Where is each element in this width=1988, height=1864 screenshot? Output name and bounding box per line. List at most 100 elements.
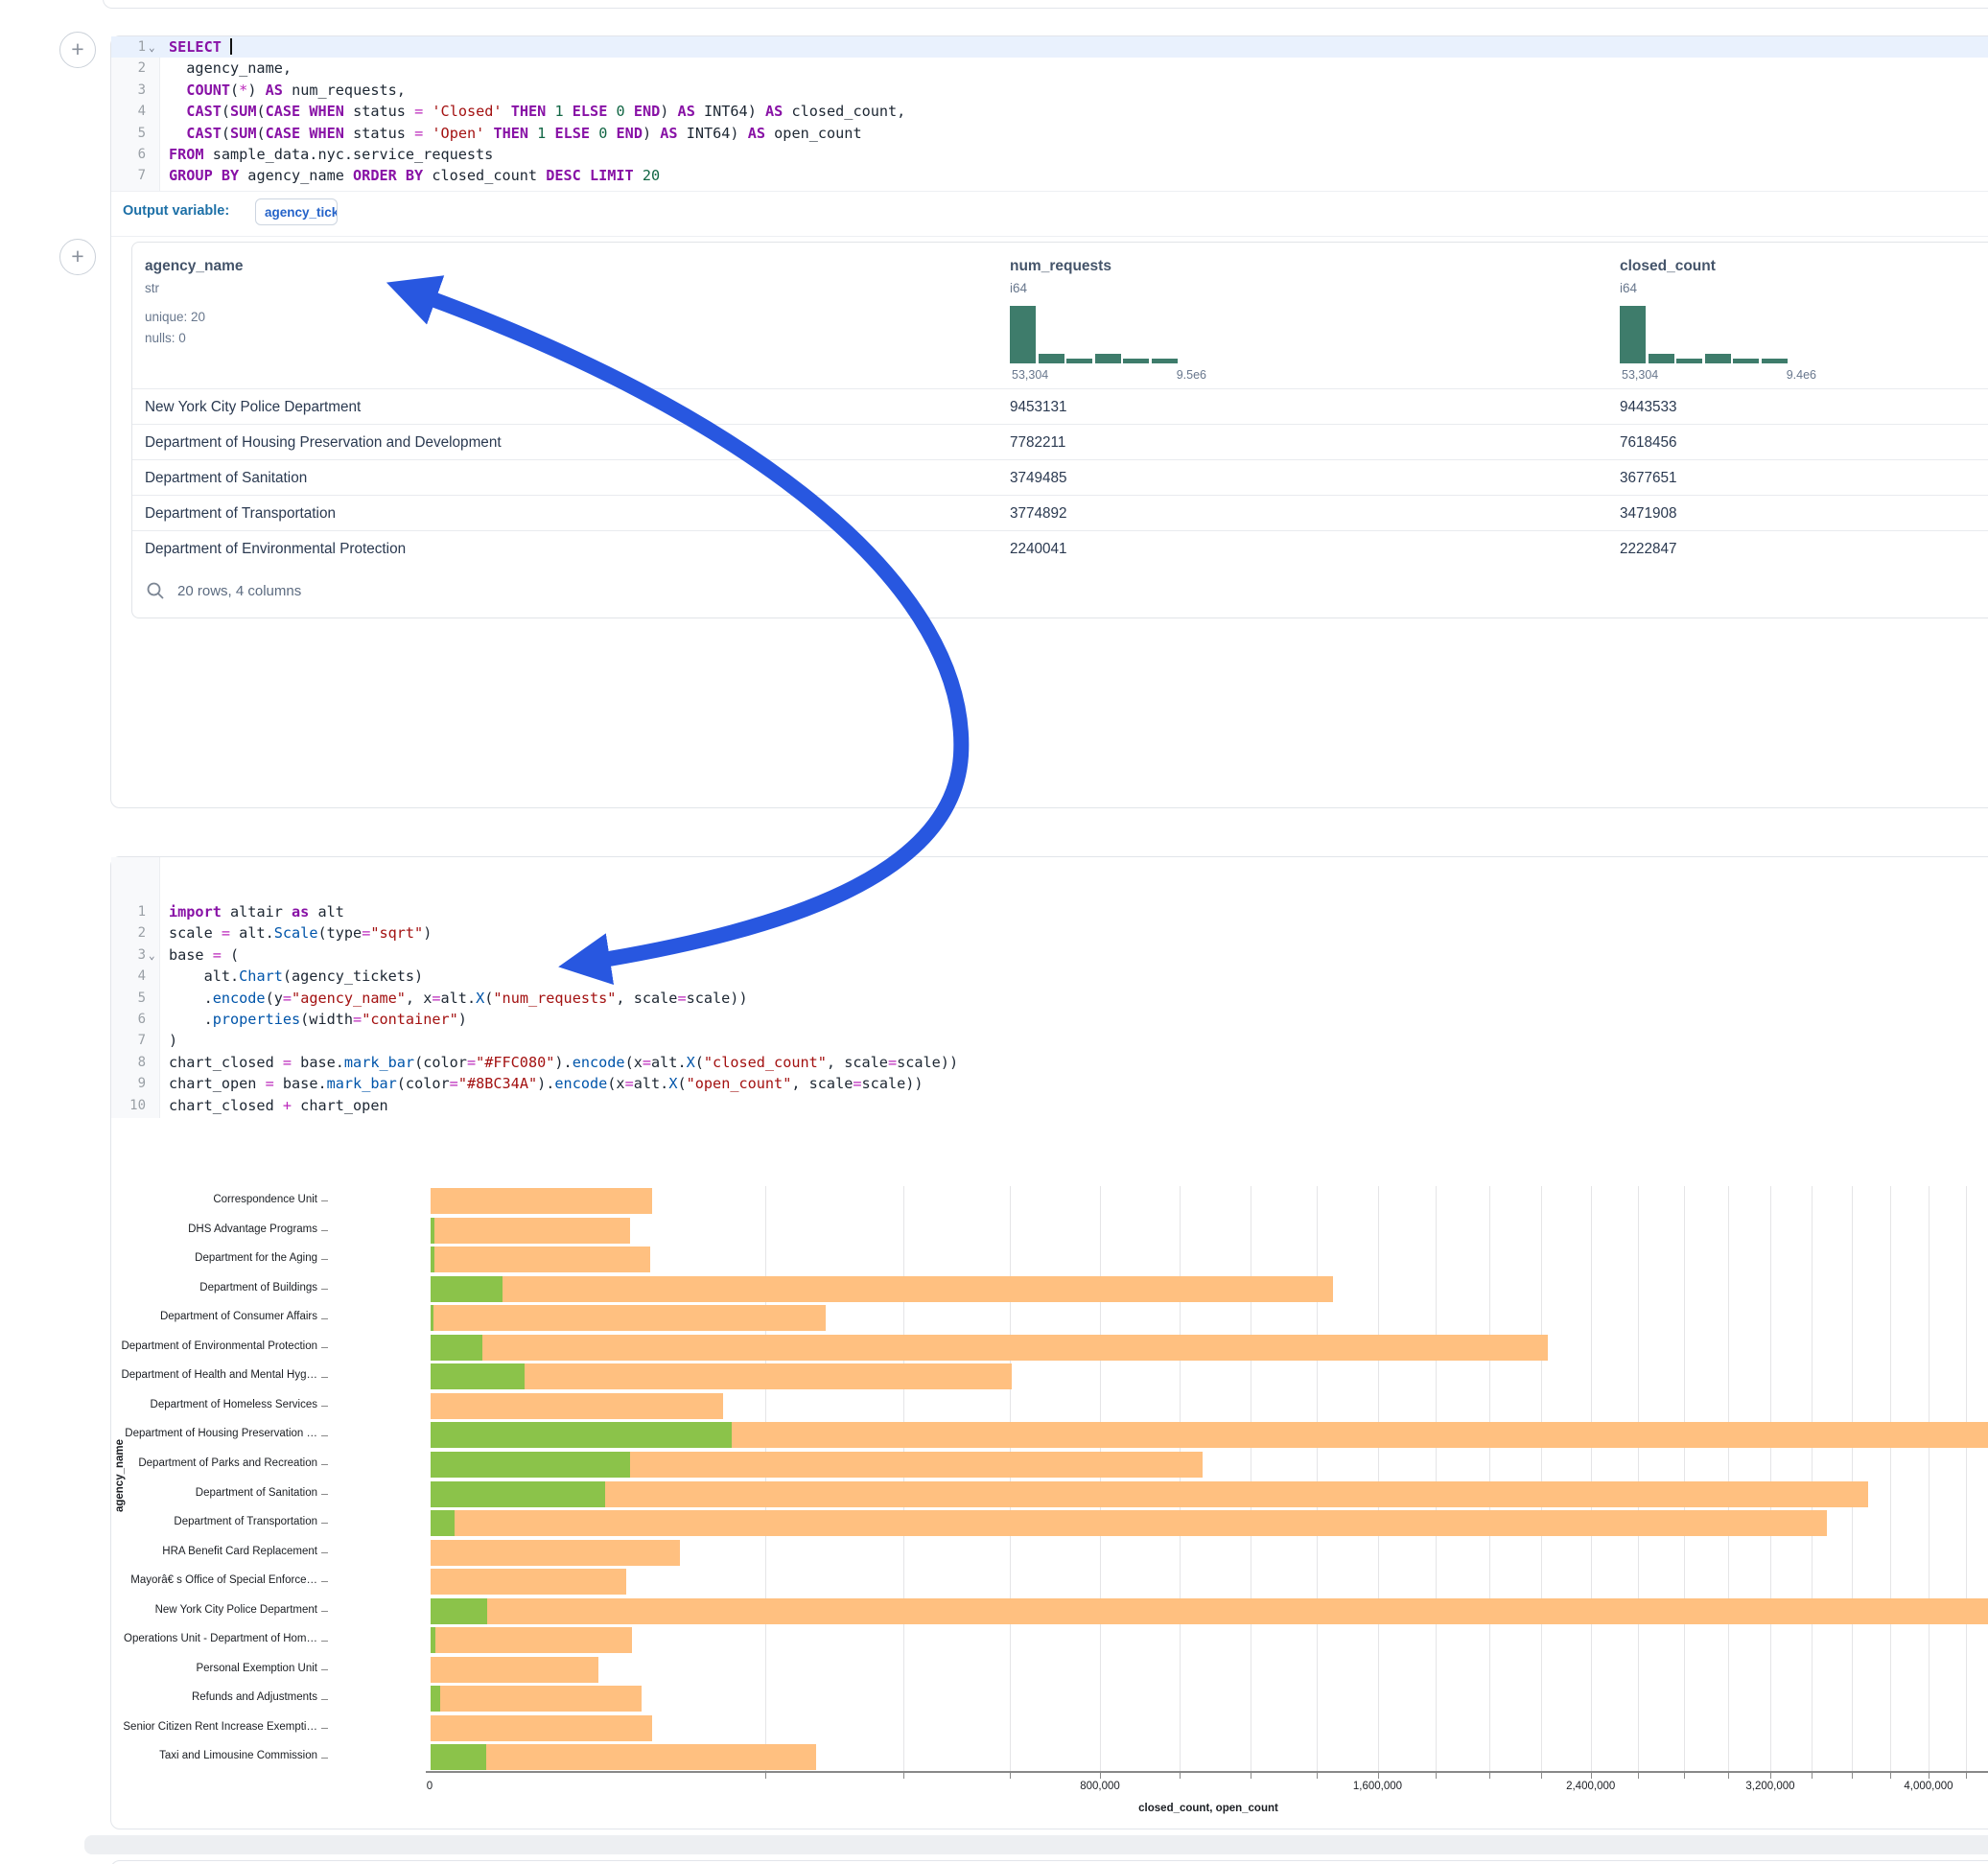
- table-row[interactable]: Department of Transportation 3774892 34719…: [132, 495, 1988, 531]
- table-cell: 3471908: [1620, 496, 1677, 531]
- sql-line-2[interactable]: 2 agency_name,: [111, 58, 1988, 79]
- code-text: COUNT(*) AS num_requests,: [169, 80, 406, 101]
- table-row[interactable]: Department of Sanitation37494853677651: [132, 459, 1988, 496]
- table-row[interactable]: New York City Police Department945313194…: [132, 388, 1988, 425]
- line-number: 2: [111, 922, 146, 944]
- table-cell: 3677651: [1620, 460, 1677, 496]
- notebook-page: + + 1⌄SELECT 2 agency_name,3 COUNT(*) AS…: [0, 0, 1988, 1864]
- table-cell: 7782211: [1010, 425, 1065, 460]
- table-cell: 7618456: [1620, 425, 1677, 460]
- line-number: 6: [111, 1009, 146, 1030]
- sql-code-editor[interactable]: 1⌄SELECT 2 agency_name,3 COUNT(*) AS num…: [111, 36, 1988, 187]
- code-text: chart_closed + chart_open: [169, 1095, 388, 1116]
- code-text: .properties(width="container"): [169, 1009, 467, 1030]
- table-cell: Department of Transportation: [145, 496, 336, 531]
- add-cell-button-top[interactable]: +: [59, 32, 96, 68]
- python-line-10[interactable]: 10 chart_closed + chart_open: [111, 1095, 1988, 1116]
- histogram-max-label: 9.5e6: [1134, 368, 1206, 382]
- line-number: 3: [111, 80, 146, 101]
- code-text: import altair as alt: [169, 901, 344, 922]
- add-cell-button-middle[interactable]: +: [59, 239, 96, 275]
- search-icon[interactable]: [146, 581, 165, 600]
- line-number: 3: [111, 944, 146, 966]
- line-number: 10: [111, 1095, 146, 1116]
- table-cell: Department of Housing Preservation and D…: [145, 425, 502, 460]
- sql-line-1[interactable]: 1⌄ SELECT: [111, 36, 1988, 58]
- code-text: ): [169, 1030, 177, 1051]
- python-line-3[interactable]: 3⌄ base = (: [111, 944, 1988, 966]
- sql-line-6[interactable]: 6 FROM sample_data.nyc.service_requests: [111, 144, 1988, 165]
- histogram-max-label: 9.4e6: [1744, 368, 1816, 382]
- line-number: 5: [111, 123, 146, 144]
- column-histogram: [1010, 306, 1181, 363]
- column-header-closed_count[interactable]: closed_count: [1620, 258, 1716, 275]
- python-line-5[interactable]: 5 .encode(y="agency_name", x=alt.X("num_…: [111, 988, 1988, 1009]
- line-number: 2: [111, 58, 146, 79]
- column-stat: nulls: 0: [145, 331, 186, 345]
- python-line-7[interactable]: 7): [111, 1030, 1988, 1051]
- line-number: 9: [111, 1073, 146, 1094]
- code-text: agency_name,: [169, 58, 292, 79]
- code-text: GROUP BY agency_name ORDER BY closed_cou…: [169, 165, 660, 186]
- column-header-agency_name[interactable]: agency_name: [145, 258, 244, 275]
- python-line-8[interactable]: 8 chart_closed = base.mark_bar(color="#FF…: [111, 1052, 1988, 1073]
- plus-icon: +: [71, 244, 83, 268]
- line-number: 7: [111, 165, 146, 186]
- sql-line-4[interactable]: 4 CAST(SUM(CASE WHEN status = 'Closed' T…: [111, 101, 1988, 122]
- line-number: 4: [111, 101, 146, 122]
- line-number: 7: [111, 1030, 146, 1051]
- line-number: 1: [111, 901, 146, 922]
- table-row[interactable]: Department of Housing Preservation and D…: [132, 424, 1988, 460]
- code-text: alt.Chart(agency_tickets): [169, 966, 423, 987]
- histogram-min-label: 53,304: [1622, 368, 1658, 382]
- code-text: scale = alt.Scale(type="sqrt"): [169, 922, 432, 944]
- table-footer: 20 rows, 4 columns: [132, 566, 1988, 618]
- dataframe-preview-table: agency_namestrunique: 20nulls: 0num_requ…: [131, 242, 1988, 618]
- column-dtype: i64: [1010, 281, 1027, 295]
- column-dtype: i64: [1620, 281, 1637, 295]
- row-column-count: 20 rows, 4 columns: [177, 583, 301, 599]
- python-code-editor[interactable]: 1 import altair as alt 2 scale = alt.Scale(…: [111, 901, 1988, 1116]
- code-text: CAST(SUM(CASE WHEN status = 'Open' THEN …: [169, 123, 862, 144]
- table-cell: 3774892: [1010, 496, 1067, 531]
- python-line-6[interactable]: 6 .properties(width="container"): [111, 1009, 1988, 1030]
- line-number: 1: [111, 36, 146, 58]
- code-text: base = (: [169, 944, 239, 966]
- code-text: chart_open = base.mark_bar(color="#8BC34…: [169, 1073, 924, 1094]
- code-text: chart_closed = base.mark_bar(color="#FFC…: [169, 1052, 958, 1073]
- sql-line-5[interactable]: 5 CAST(SUM(CASE WHEN status = 'Open' THE…: [111, 123, 1988, 144]
- sql-line-3[interactable]: 3 COUNT(*) AS num_requests,: [111, 80, 1988, 101]
- output-variable-row: Output variable: agency_tickets: [111, 191, 1988, 237]
- python-line-4[interactable]: 4 alt.Chart(agency_tickets): [111, 966, 1988, 987]
- column-stat: unique: 20: [145, 310, 205, 324]
- text-cursor: [230, 38, 232, 55]
- table-cell: Department of Environmental Protection: [145, 531, 406, 567]
- table-row[interactable]: Department of Environmental Protection 22…: [132, 530, 1988, 567]
- line-number: 4: [111, 966, 146, 987]
- sql-line-7[interactable]: 7 GROUP BY agency_name ORDER BY closed_co…: [111, 165, 1988, 186]
- python-line-1[interactable]: 1 import altair as alt: [111, 901, 1988, 922]
- output-variable-label: Output variable:: [123, 203, 229, 219]
- table-cell: 3749485: [1010, 460, 1067, 496]
- line-number: 6: [111, 144, 146, 165]
- python-line-9[interactable]: 9 chart_open = base.mark_bar(color="#8BC3…: [111, 1073, 1988, 1094]
- code-text: SELECT: [169, 36, 232, 58]
- output-variable-chip[interactable]: agency_tickets: [255, 198, 338, 225]
- next-cell-top-edge: [110, 1860, 1988, 1864]
- fold-chevron-icon[interactable]: ⌄: [149, 945, 155, 967]
- python-cell-card: 1 import altair as alt 2 scale = alt.Scale(…: [110, 856, 1988, 1829]
- previous-cell-bottom-edge: [103, 0, 1988, 9]
- line-number: 8: [111, 1052, 146, 1073]
- histogram-min-label: 53,304: [1012, 368, 1048, 382]
- line-number: 5: [111, 988, 146, 1009]
- code-text: FROM sample_data.nyc.service_requests: [169, 144, 493, 165]
- column-header-num_requests[interactable]: num_requests: [1010, 258, 1111, 275]
- fold-chevron-icon[interactable]: ⌄: [149, 37, 155, 58]
- code-text: .encode(y="agency_name", x=alt.X("num_re…: [169, 988, 748, 1009]
- collapsed-cell-band: [84, 1835, 1988, 1854]
- python-line-2[interactable]: 2 scale = alt.Scale(type="sqrt"): [111, 922, 1988, 944]
- table-cell: 2240041: [1010, 531, 1067, 567]
- table-cell: 2222847: [1620, 531, 1677, 567]
- column-histogram: [1620, 306, 1790, 363]
- table-cell: 9453131: [1010, 389, 1067, 425]
